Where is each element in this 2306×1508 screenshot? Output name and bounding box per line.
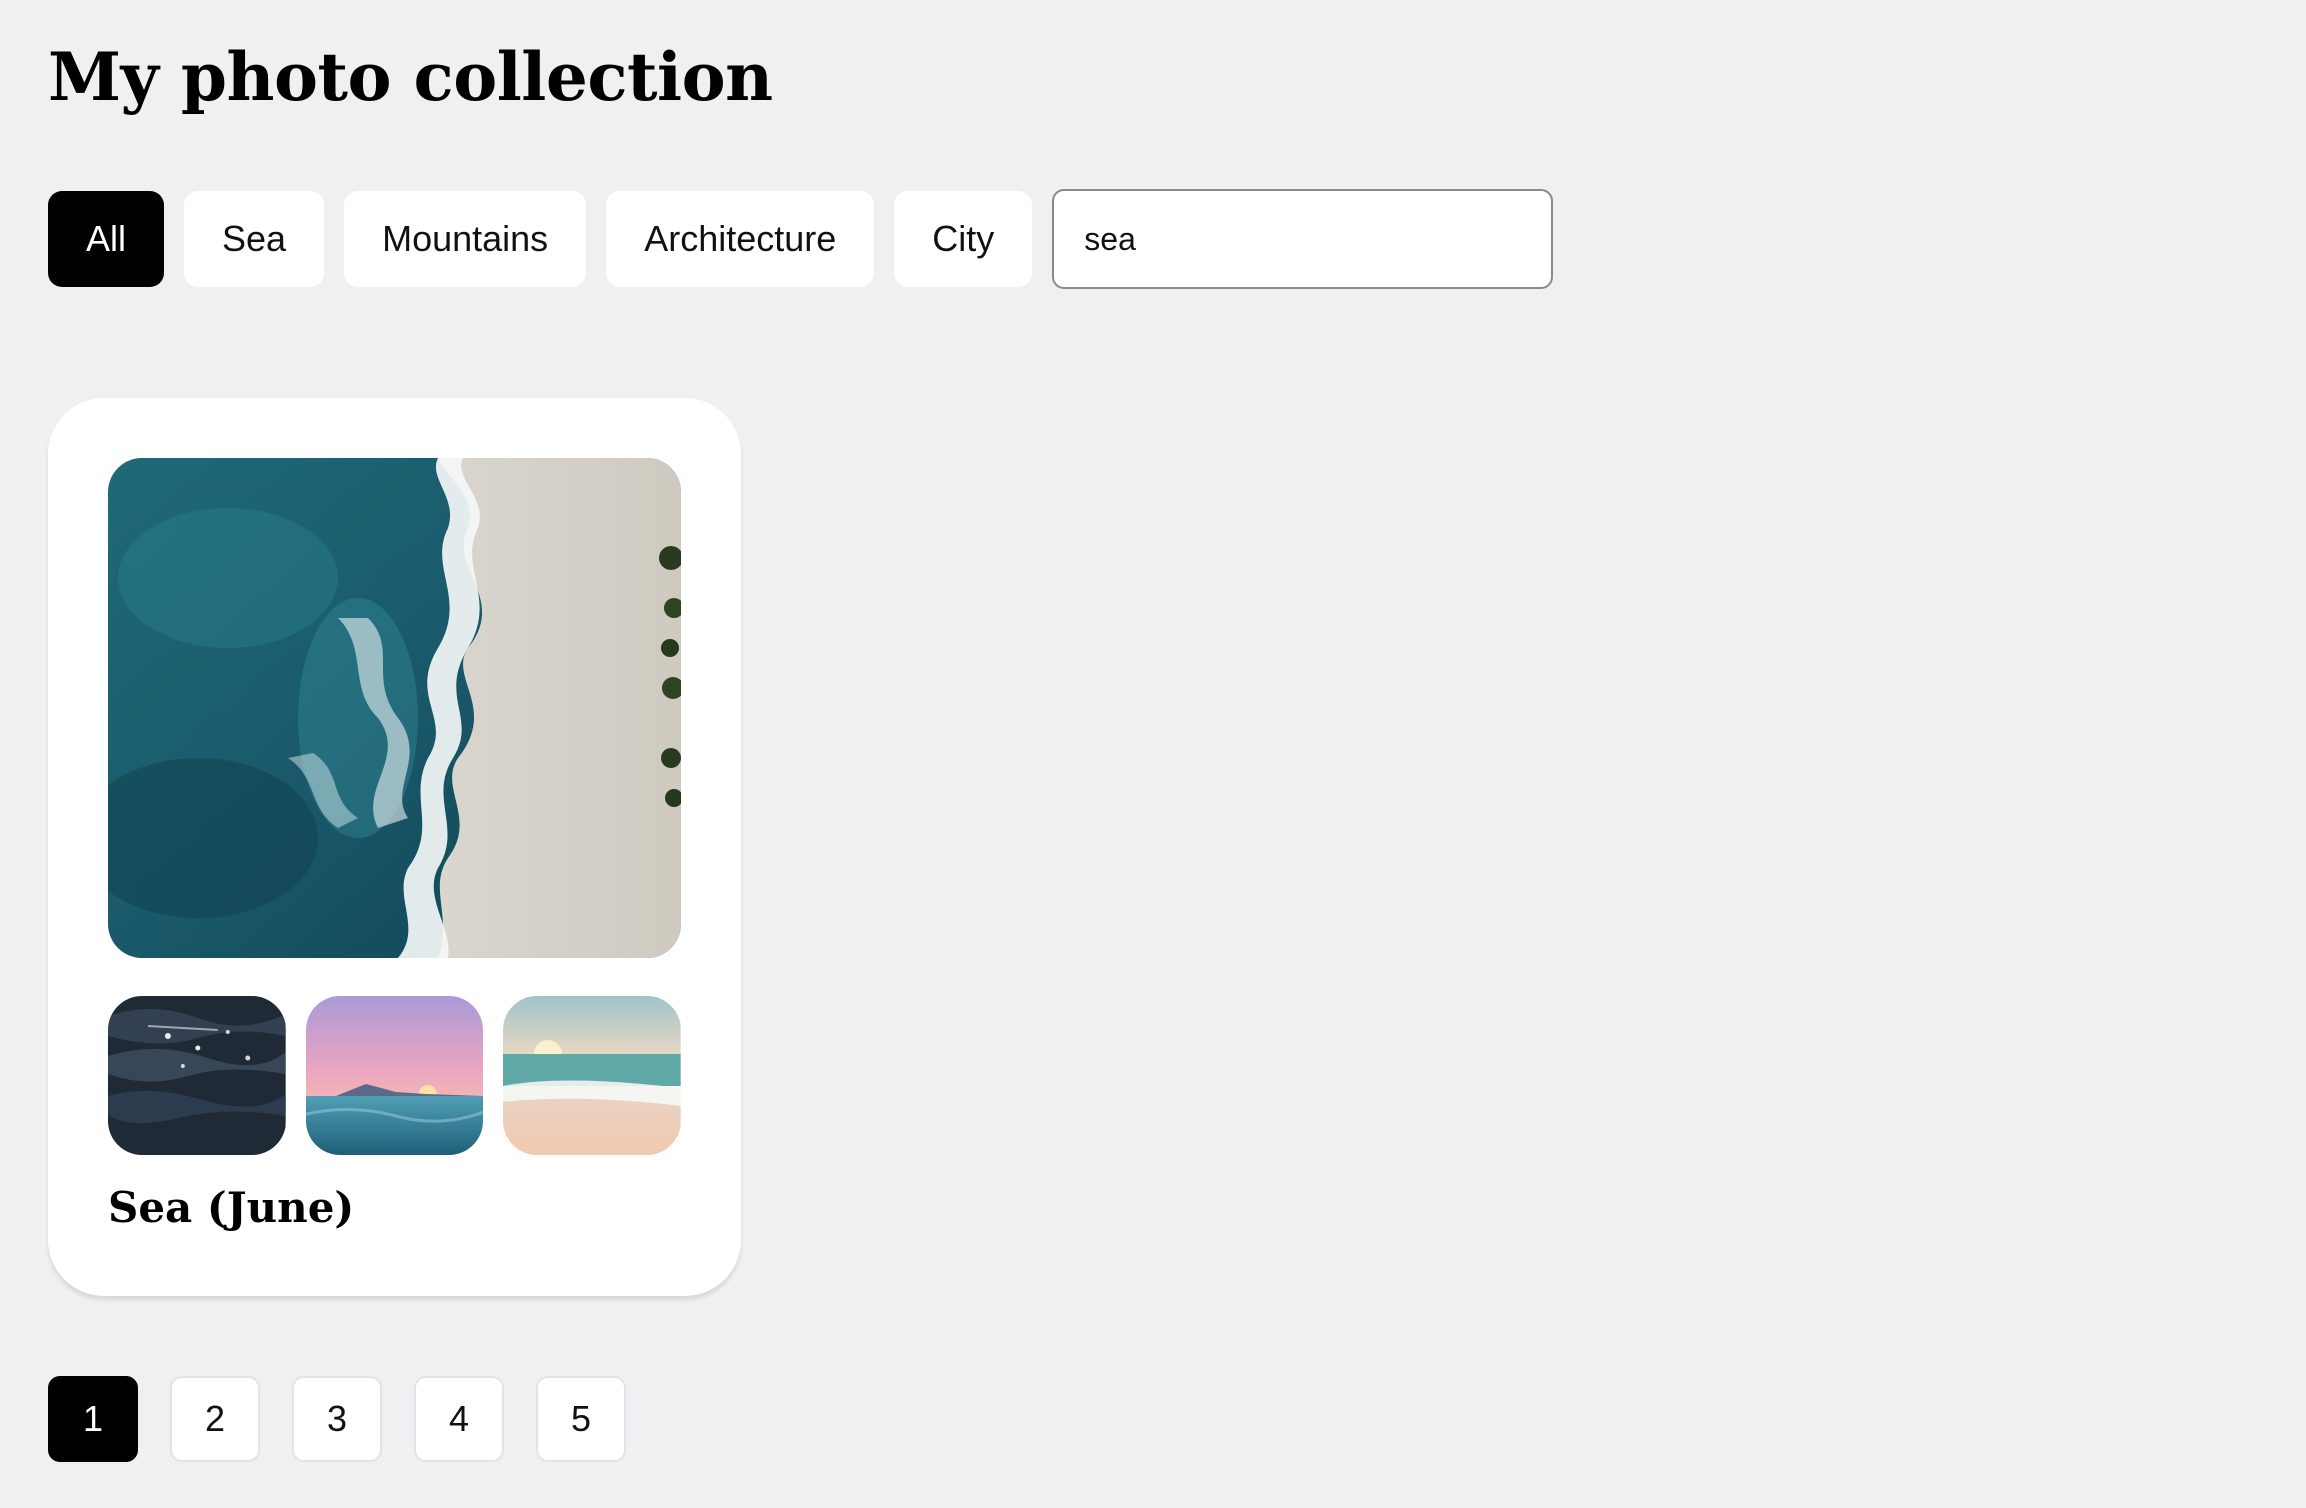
thumbnail-beach-sunset[interactable] (503, 996, 682, 1155)
page-button-2[interactable]: 2 (170, 1376, 260, 1462)
pink-sunset-sea-image (305, 996, 484, 1155)
thumbnail-pink-sunset[interactable] (305, 996, 484, 1155)
filter-bar: All Sea Mountains Architecture City (48, 189, 1554, 289)
filter-architecture-button[interactable]: Architecture (606, 191, 875, 287)
filter-mountains-button[interactable]: Mountains (344, 191, 587, 287)
page-title: My photo collection (48, 38, 773, 116)
filter-city-button[interactable]: City (894, 191, 1033, 287)
page-button-5[interactable]: 5 (536, 1376, 626, 1462)
thumbnail-strip (108, 996, 682, 1155)
page-button-1[interactable]: 1 (48, 1376, 138, 1462)
page-button-4[interactable]: 4 (414, 1376, 504, 1462)
aerial-sea-shore-image (108, 458, 681, 958)
pagination: 1 2 3 4 5 (48, 1376, 626, 1462)
page-button-3[interactable]: 3 (292, 1376, 382, 1462)
thumbnail-dark-waves[interactable] (108, 996, 286, 1155)
collection-card[interactable]: Sea (June) (48, 398, 741, 1296)
filter-all-button[interactable]: All (48, 191, 165, 287)
collection-title[interactable]: Sea (June) (108, 1178, 354, 1238)
beach-sunset-image (503, 996, 682, 1155)
dark-waves-image (108, 996, 286, 1155)
search-input[interactable] (1052, 189, 1554, 289)
main-photo[interactable] (108, 458, 681, 958)
filter-sea-button[interactable]: Sea (184, 191, 325, 287)
